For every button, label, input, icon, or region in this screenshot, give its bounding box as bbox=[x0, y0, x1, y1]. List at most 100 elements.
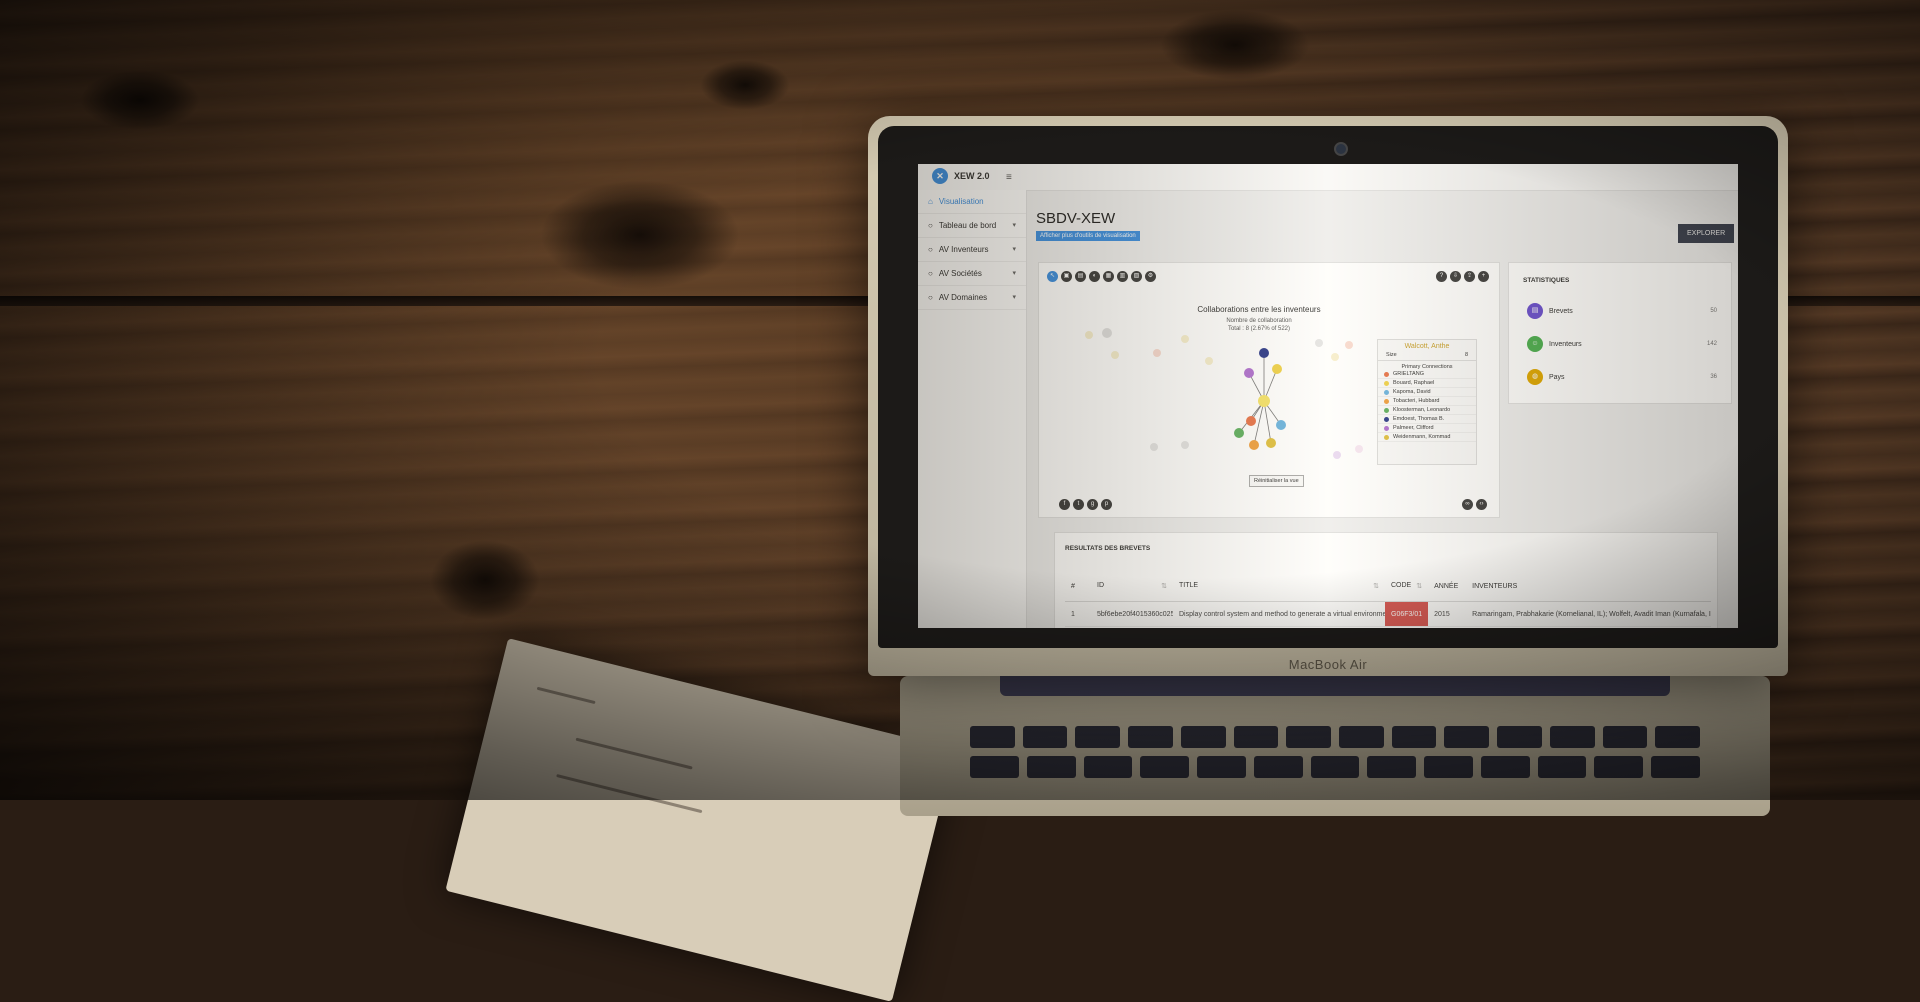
legend-item[interactable]: GRIELTANG bbox=[1378, 370, 1476, 379]
sidebar-item-label: AV Domaines bbox=[938, 293, 988, 302]
explore-button[interactable]: EXPLORER bbox=[1678, 224, 1735, 243]
legend-item[interactable]: Kapoma, David bbox=[1378, 388, 1476, 397]
wood-knot bbox=[80, 70, 200, 130]
legend-item[interactable]: Bouard, Raphael bbox=[1378, 379, 1476, 388]
export-icon[interactable]: ⇪ bbox=[1464, 271, 1475, 282]
image-tool-icon[interactable]: ▧ bbox=[1131, 271, 1142, 282]
twitter-icon[interactable]: t bbox=[1073, 499, 1084, 510]
help-icon[interactable]: ? bbox=[1436, 271, 1447, 282]
stat-value: 50 bbox=[1710, 308, 1717, 314]
sort-icon: ⇅ bbox=[1416, 583, 1423, 590]
graph-node bbox=[1246, 416, 1256, 426]
table-cell: 1 bbox=[1065, 601, 1091, 627]
app-screen: ✕ XEW 2.0 ≡ ⌂ Visualisation ○ Tableau de… bbox=[918, 164, 1738, 628]
plus-icon[interactable]: + bbox=[1478, 271, 1489, 282]
table-tool-icon[interactable]: ▥ bbox=[1117, 271, 1128, 282]
legend-item[interactable]: Weidenmann, Kommad bbox=[1378, 433, 1476, 442]
sidebar-item-av-societes[interactable]: ○ AV Sociétés ▾ bbox=[918, 262, 1026, 286]
hamburger-menu-icon[interactable]: ≡ bbox=[1006, 172, 1012, 183]
handwriting bbox=[575, 737, 693, 770]
reset-view-button[interactable]: Réinitialiser la vue bbox=[1249, 475, 1304, 487]
table-cell: 5bf6ebe20f4015360c0258e9 bbox=[1091, 601, 1173, 627]
link-icon[interactable]: ∞ bbox=[1462, 499, 1473, 510]
wood-knot bbox=[700, 60, 790, 110]
document-icon: ▤ bbox=[1527, 303, 1543, 319]
graph-node-faded bbox=[1355, 445, 1363, 453]
results-title: RESULTATS DES BREVETS bbox=[1065, 545, 1151, 552]
column-header[interactable]: INVENTEURS bbox=[1466, 571, 1711, 602]
graph-link-buttons: ∞ ‹› bbox=[1462, 499, 1487, 510]
column-header[interactable]: TITLE ⇅ bbox=[1173, 571, 1385, 602]
stat-label: Inventeurs bbox=[1549, 340, 1582, 348]
column-header[interactable]: # bbox=[1065, 571, 1091, 602]
stat-label: Pays bbox=[1549, 373, 1565, 381]
graph-node-faded bbox=[1181, 335, 1189, 343]
download-icon[interactable]: ⇩ bbox=[1450, 271, 1461, 282]
graph-node bbox=[1272, 364, 1282, 374]
graph-node-faded bbox=[1181, 441, 1189, 449]
legend-dot bbox=[1384, 434, 1389, 440]
bar-tool-icon[interactable]: ▤ bbox=[1075, 271, 1086, 282]
graph-node-faded bbox=[1345, 341, 1353, 349]
sidebar-item-label: AV Sociétés bbox=[938, 269, 982, 278]
circle-icon: ○ bbox=[928, 245, 933, 254]
circle-icon: ○ bbox=[928, 221, 933, 230]
legend-item-label: Emdoest, Thomas B. bbox=[1393, 416, 1445, 422]
graph-node bbox=[1244, 368, 1254, 378]
legend-item[interactable]: Emdoest, Thomas B. bbox=[1378, 415, 1476, 424]
legend-item-label: Tobacteri, Hubbard bbox=[1393, 398, 1440, 404]
legend-size: Size 8 bbox=[1378, 350, 1476, 361]
grid-tool-icon[interactable]: ▦ bbox=[1103, 271, 1114, 282]
stat-inventeurs[interactable]: ☺ Inventeurs 142 bbox=[1527, 336, 1717, 352]
graph-node bbox=[1249, 440, 1259, 450]
chart-tool-icon[interactable]: ◐ bbox=[1089, 271, 1100, 282]
graph-node-faded bbox=[1111, 351, 1119, 359]
stat-brevets[interactable]: ▤ Brevets 50 bbox=[1527, 303, 1717, 319]
legend-item[interactable]: Kloosterman, Leonardo bbox=[1378, 406, 1476, 415]
graph-node-center bbox=[1258, 395, 1270, 407]
settings-tool-icon[interactable]: ⚙ bbox=[1145, 271, 1156, 282]
pointer-tool-icon[interactable]: ↖ bbox=[1047, 271, 1058, 282]
laptop-base bbox=[900, 676, 1770, 816]
save-tool-icon[interactable]: ▣ bbox=[1061, 271, 1072, 282]
sidebar-item-av-domaines[interactable]: ○ AV Domaines ▾ bbox=[918, 286, 1026, 310]
wood-knot bbox=[540, 180, 740, 290]
facebook-icon[interactable]: f bbox=[1059, 499, 1070, 510]
home-icon: ⌂ bbox=[928, 197, 933, 206]
google-icon[interactable]: g bbox=[1087, 499, 1098, 510]
column-header[interactable]: ID ⇅ bbox=[1091, 571, 1173, 602]
more-tools-button[interactable]: Afficher plus d'outils de visualisation bbox=[1036, 231, 1140, 241]
legend-dot bbox=[1384, 416, 1389, 422]
legend-dot bbox=[1384, 389, 1389, 395]
sidebar-item-av-inventeurs[interactable]: ○ AV Inventeurs ▾ bbox=[918, 238, 1026, 262]
legend-size-value: 8 bbox=[1464, 352, 1468, 358]
legend-item[interactable]: Tobacteri, Hubbard bbox=[1378, 397, 1476, 406]
page-title: SBDV-XEW bbox=[1036, 210, 1116, 227]
legend-item[interactable]: Palmeer, Clifford bbox=[1378, 424, 1476, 433]
network-graph-card: ↖ ▣ ▤ ◐ ▦ ▥ ▧ ⚙ ? ⇩ ⇪ + Collaborations e… bbox=[1038, 262, 1500, 518]
column-header-label: CODE bbox=[1391, 582, 1412, 589]
graph-subtitle-total: Total : 8 (2.67% of 522) bbox=[1227, 326, 1291, 332]
logo-icon: ✕ bbox=[932, 168, 948, 184]
column-header[interactable]: ANNÉE bbox=[1428, 571, 1467, 602]
graph-node bbox=[1266, 438, 1276, 448]
sidebar-item-label: Visualisation bbox=[938, 197, 984, 206]
pinterest-icon[interactable]: p bbox=[1101, 499, 1112, 510]
legend-item-label: Kapoma, David bbox=[1393, 389, 1431, 395]
handwriting bbox=[536, 686, 596, 705]
graph-node bbox=[1259, 348, 1269, 358]
app-logo[interactable]: ✕ XEW 2.0 bbox=[932, 168, 990, 184]
statistics-title: STATISTIQUES bbox=[1523, 277, 1570, 284]
legend-item-label: Palmeer, Clifford bbox=[1393, 425, 1434, 431]
column-header[interactable]: CODE ⇅ bbox=[1385, 571, 1429, 602]
sidebar-item-tableau-de-bord[interactable]: ○ Tableau de bord ▾ bbox=[918, 214, 1026, 238]
chevron-down-icon: ▾ bbox=[1012, 246, 1016, 253]
legend-size-label: Size bbox=[1386, 352, 1397, 358]
sidebar-item-label: AV Inventeurs bbox=[938, 245, 989, 254]
stat-pays[interactable]: ◍ Pays 36 bbox=[1527, 369, 1717, 385]
graph-node-faded bbox=[1315, 339, 1323, 347]
wood-knot bbox=[1160, 10, 1310, 80]
embed-icon[interactable]: ‹› bbox=[1476, 499, 1487, 510]
sidebar-item-visualisation[interactable]: ⌂ Visualisation bbox=[918, 190, 1026, 214]
table-row[interactable]: 1 5bf6ebe20f4015360c0258e9 Display contr… bbox=[1065, 601, 1711, 627]
